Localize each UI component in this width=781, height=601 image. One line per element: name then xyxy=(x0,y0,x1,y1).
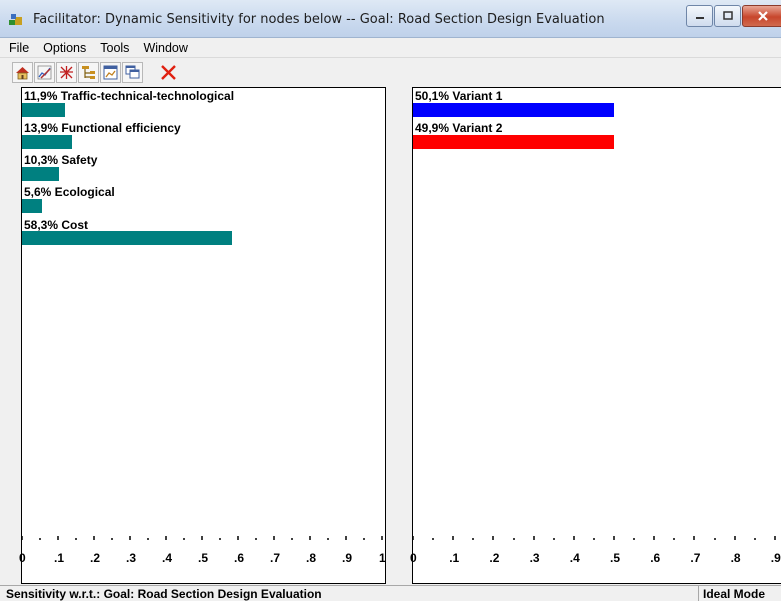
app-icon xyxy=(9,14,22,25)
edit-chart-icon xyxy=(37,65,52,80)
x-tick-label: .9 xyxy=(342,551,353,565)
x-tick-label: .3 xyxy=(529,551,540,565)
menu-file[interactable]: File xyxy=(0,41,36,55)
x-tick-label: .6 xyxy=(234,551,245,565)
cascade-windows-icon xyxy=(125,65,140,79)
x-tick-label: .4 xyxy=(569,551,580,565)
bar-label: 5,6% Ecological xyxy=(24,185,115,199)
bar-safety xyxy=(22,167,59,181)
bar-variant-1 xyxy=(413,103,614,117)
chart-window-icon xyxy=(103,65,118,80)
x-tick-label: .6 xyxy=(650,551,661,565)
menu-window[interactable]: Window xyxy=(136,41,194,55)
bar-label: 10,3% Safety xyxy=(24,153,98,167)
tree-icon xyxy=(82,66,95,79)
menu-tools[interactable]: Tools xyxy=(93,41,136,55)
window-title: Facilitator: Dynamic Sensitivity for nod… xyxy=(33,12,605,27)
x-tick-label: 0 xyxy=(410,551,417,565)
x-tick-label: .8 xyxy=(306,551,317,565)
x-tick-label: .5 xyxy=(198,551,209,565)
x-tick-label: .9 xyxy=(770,551,781,565)
delete-button[interactable] xyxy=(158,62,179,83)
x-tick-label: 0 xyxy=(19,551,26,565)
bar-label: 58,3% Cost xyxy=(24,218,89,232)
x-tick-label: .2 xyxy=(90,551,101,565)
title-bar: Facilitator: Dynamic Sensitivity for nod… xyxy=(0,0,781,38)
mode-indicator: Ideal Mode xyxy=(698,586,781,601)
x-tick-label: .7 xyxy=(690,551,701,565)
x-tick-label: .4 xyxy=(162,551,173,565)
x-tick-label: .1 xyxy=(449,551,460,565)
x-tick-label: .8 xyxy=(730,551,741,565)
menu-options[interactable]: Options xyxy=(36,41,93,55)
close-icon xyxy=(758,11,768,21)
status-text: Sensitivity w.r.t.: Goal: Road Section D… xyxy=(6,587,322,601)
x-tick-label: .2 xyxy=(489,551,500,565)
bar-label: 13,9% Functional efficiency xyxy=(24,121,181,135)
cascade-windows-button[interactable] xyxy=(122,62,143,83)
maximize-button[interactable] xyxy=(714,5,741,27)
chart-window-button[interactable] xyxy=(100,62,121,83)
bar-variant-2 xyxy=(413,135,614,149)
x-tick-label: .7 xyxy=(270,551,281,565)
criteria-panel: 11,9% Traffic-technical-technological 13… xyxy=(21,87,386,584)
x-tick-label: 1 xyxy=(379,551,386,565)
scatter-button[interactable] xyxy=(56,62,77,83)
home-button[interactable] xyxy=(12,62,33,83)
minimize-icon xyxy=(695,17,704,19)
menu-bar: File Options Tools Window xyxy=(0,38,781,57)
home-icon xyxy=(16,67,29,80)
tree-button[interactable] xyxy=(78,62,99,83)
alternatives-chart xyxy=(413,103,776,540)
maximize-icon xyxy=(722,11,733,20)
edit-chart-button[interactable] xyxy=(34,62,55,83)
minimize-button[interactable] xyxy=(686,5,713,27)
scatter-icon xyxy=(60,66,73,79)
x-tick-label: .5 xyxy=(610,551,621,565)
x-tick-label: .3 xyxy=(126,551,137,565)
bar-cost xyxy=(22,231,232,245)
toolbar xyxy=(0,57,781,85)
bar-label: 49,9% Variant 2 xyxy=(415,121,503,135)
close-button[interactable] xyxy=(742,5,781,27)
status-bar: Sensitivity w.r.t.: Goal: Road Section D… xyxy=(0,585,781,601)
bar-functional-efficiency xyxy=(22,135,72,149)
alternatives-panel: 50,1% Variant 1 49,9% Variant 2 xyxy=(412,87,781,584)
x-tick-label: .1 xyxy=(54,551,65,565)
delete-icon xyxy=(161,65,176,80)
bar-ecological xyxy=(22,199,42,213)
bar-label: 50,1% Variant 1 xyxy=(415,89,503,103)
bar-traffic-technical-technological xyxy=(22,103,65,117)
bar-label: 11,9% Traffic-technical-technological xyxy=(24,89,235,103)
